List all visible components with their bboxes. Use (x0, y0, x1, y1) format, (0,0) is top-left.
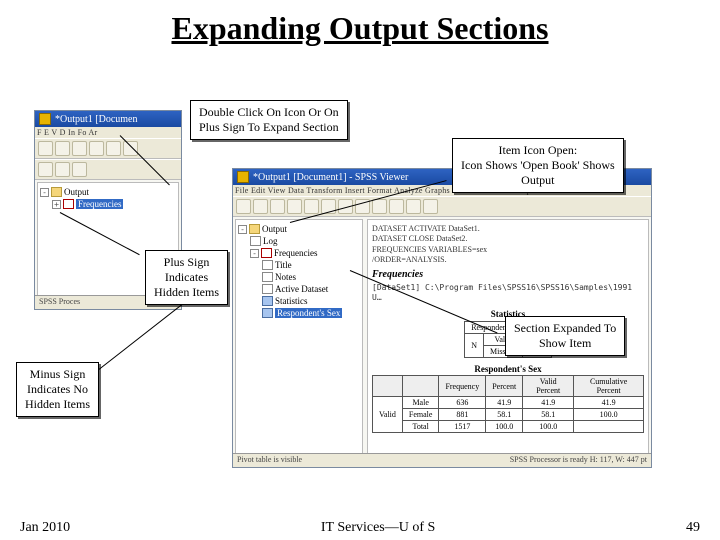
open-book-icon (261, 248, 272, 258)
small-title-text: *Output1 [Documen (55, 114, 138, 125)
toolbar-button[interactable] (38, 162, 53, 177)
tree-frequencies-node[interactable]: +Frequencies (40, 198, 176, 210)
callout-plus-sign: Plus Sign Indicates Hidden Items (145, 250, 228, 305)
tree-output-node[interactable]: -Output (40, 186, 176, 198)
app-icon (237, 171, 249, 183)
toolbar-button[interactable] (106, 141, 121, 156)
plus-icon[interactable]: + (52, 200, 61, 209)
frequency-table: FrequencyPercentValid PercentCumulative … (372, 375, 644, 433)
tree-notes-node[interactable]: Notes (238, 271, 360, 283)
small-titlebar: *Output1 [Documen (35, 111, 181, 127)
minus-icon[interactable]: - (250, 249, 259, 258)
toolbar-button[interactable] (270, 199, 285, 214)
footer-date: Jan 2010 (20, 520, 70, 536)
folder-icon (51, 187, 62, 197)
callout-minus-sign: Minus Sign Indicates No Hidden Items (16, 362, 99, 417)
tree-title-node[interactable]: Title (238, 259, 360, 271)
toolbar-button[interactable] (406, 199, 421, 214)
slide-footer: Jan 2010 IT Services—U of S 49 (0, 520, 720, 536)
tree-stats-node[interactable]: Statistics (238, 295, 360, 307)
footer-page: 49 (686, 520, 700, 536)
tree-frequencies-node[interactable]: -Frequencies (238, 247, 360, 259)
small-menubar: F E V D In Fo Ar (35, 127, 181, 138)
callout-item-open: Item Icon Open: Icon Shows 'Open Book' S… (452, 138, 624, 193)
toolbar-button[interactable] (55, 141, 70, 156)
toolbar-button[interactable] (423, 199, 438, 214)
toolbar-button[interactable] (389, 199, 404, 214)
toolbar-button[interactable] (89, 141, 104, 156)
big-title-text: *Output1 [Document1] - SPSS Viewer (253, 172, 408, 183)
syntax-block: DATASET ACTIVATE DataSet1. DATASET CLOSE… (372, 224, 644, 266)
closed-book-icon (63, 199, 74, 209)
tree-output-node[interactable]: -Output (238, 223, 360, 235)
toolbar-button[interactable] (72, 162, 87, 177)
tree-active-node[interactable]: Active Dataset (238, 283, 360, 295)
minus-icon[interactable]: - (40, 188, 49, 197)
callout-double-click: Double Click On Icon Or On Plus Sign To … (190, 100, 348, 140)
small-toolbar (35, 138, 181, 159)
tree-respsex-node[interactable]: Respondent's Sex (238, 307, 360, 319)
minus-icon[interactable]: - (238, 225, 247, 234)
tree-log-node[interactable]: Log (238, 235, 360, 247)
toolbar-button[interactable] (38, 141, 53, 156)
table-icon (262, 296, 273, 306)
toolbar-button[interactable] (55, 162, 70, 177)
big-statusbar: Pivot table is visible SPSS Processor is… (233, 453, 651, 467)
dataset-icon (262, 284, 273, 294)
toolbar-button[interactable] (123, 141, 138, 156)
footer-org: IT Services—U of S (321, 520, 435, 536)
log-icon (250, 236, 261, 246)
small-toolbar-2 (35, 159, 181, 180)
dataset-path: [DataSet1] C:\Program Files\SPSS16\SPSS1… (372, 283, 644, 304)
app-icon (39, 113, 51, 125)
big-toolbar (233, 196, 651, 217)
freq-table-title: Respondent's Sex (372, 364, 644, 374)
toolbar-button[interactable] (72, 141, 87, 156)
folder-icon (249, 224, 260, 234)
toolbar-button[interactable] (304, 199, 319, 214)
toolbar-button[interactable] (253, 199, 268, 214)
toolbar-button[interactable] (236, 199, 251, 214)
toolbar-button[interactable] (287, 199, 302, 214)
callout-section-expanded: Section Expanded To Show Item (505, 316, 625, 356)
big-tree: -Output Log -Frequencies Title Notes Act… (235, 219, 363, 465)
toolbar-button[interactable] (372, 199, 387, 214)
title-icon (262, 260, 273, 270)
table-icon (262, 308, 273, 318)
frequencies-heading: Frequencies (372, 269, 644, 280)
page-title: Expanding Output Sections (0, 0, 720, 53)
notes-icon (262, 272, 273, 282)
